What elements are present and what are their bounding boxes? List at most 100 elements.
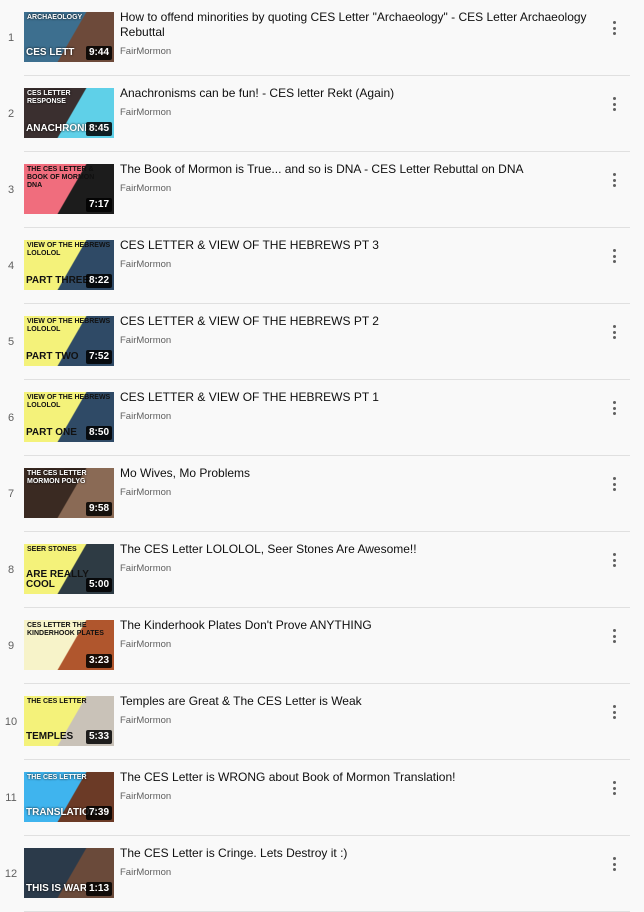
duration-badge: 3:23 bbox=[85, 654, 112, 668]
item-index: 11 bbox=[5, 792, 17, 804]
item-index: 12 bbox=[4, 868, 18, 880]
channel-name[interactable]: FairMormon bbox=[120, 867, 171, 878]
channel-name[interactable]: FairMormon bbox=[120, 715, 171, 726]
video-title[interactable]: CES LETTER & VIEW OF THE HEBREWS PT 2 bbox=[120, 314, 592, 329]
more-vert-icon[interactable] bbox=[604, 398, 624, 418]
playlist-item[interactable]: 6 VIEW OF THE HEBREWS LOLOLOL PART ONE 8… bbox=[0, 380, 644, 456]
duration-badge: 9:44 bbox=[85, 46, 112, 60]
more-vert-icon[interactable] bbox=[604, 246, 624, 266]
thumbnail-headline: CES LETT bbox=[26, 47, 75, 58]
item-index: 7 bbox=[7, 488, 15, 500]
duration-badge: 7:52 bbox=[85, 350, 112, 364]
video-title[interactable]: CES LETTER & VIEW OF THE HEBREWS PT 3 bbox=[120, 238, 592, 253]
duration-badge: 7:39 bbox=[85, 806, 112, 820]
more-vert-icon[interactable] bbox=[604, 322, 624, 342]
playlist-item[interactable]: 2 CES LETTER RESPONSE ANACHRONISM 8:45 A… bbox=[0, 76, 644, 152]
more-vert-icon[interactable] bbox=[604, 778, 624, 798]
thumbnail-caption: ARCHAEOLOGY bbox=[27, 14, 83, 21]
video-thumbnail[interactable]: CES LETTER THE KINDERHOOK PLATES 3:23 bbox=[24, 620, 114, 670]
video-title[interactable]: The Kinderhook Plates Don't Prove ANYTHI… bbox=[120, 618, 592, 633]
video-thumbnail[interactable]: CES LETTER RESPONSE ANACHRONISM 8:45 bbox=[24, 88, 114, 138]
thumbnail-caption: THE CES LETTER bbox=[27, 774, 87, 781]
video-title[interactable]: The Book of Mormon is True... and so is … bbox=[120, 162, 592, 177]
playlist-item[interactable]: 5 VIEW OF THE HEBREWS LOLOLOL PART TWO 7… bbox=[0, 304, 644, 380]
channel-name[interactable]: FairMormon bbox=[120, 259, 171, 270]
video-title[interactable]: CES LETTER & VIEW OF THE HEBREWS PT 1 bbox=[120, 390, 592, 405]
channel-name[interactable]: FairMormon bbox=[120, 563, 171, 574]
video-thumbnail[interactable]: SEER STONES ARE REALLY COOL 5:00 bbox=[24, 544, 114, 594]
video-thumbnail[interactable]: THE CES LETTER TRANSLATION 7:39 bbox=[24, 772, 114, 822]
duration-badge: 8:45 bbox=[85, 122, 112, 136]
item-index: 5 bbox=[7, 336, 15, 348]
video-title[interactable]: Mo Wives, Mo Problems bbox=[120, 466, 592, 481]
channel-name[interactable]: FairMormon bbox=[120, 411, 171, 422]
channel-name[interactable]: FairMormon bbox=[120, 107, 171, 118]
duration-badge: 8:22 bbox=[85, 274, 112, 288]
more-vert-icon[interactable] bbox=[604, 170, 624, 190]
video-thumbnail[interactable]: THE CES LETTER TEMPLES 5:33 bbox=[24, 696, 114, 746]
video-thumbnail[interactable]: VIEW OF THE HEBREWS LOLOLOL PART TWO 7:5… bbox=[24, 316, 114, 366]
thumbnail-caption: VIEW OF THE HEBREWS LOLOLOL bbox=[27, 242, 111, 257]
playlist-item[interactable]: 11 THE CES LETTER TRANSLATION 7:39 The C… bbox=[0, 760, 644, 836]
thumbnail-caption: CES LETTER THE KINDERHOOK PLATES bbox=[27, 622, 104, 637]
duration-badge: 8:50 bbox=[85, 426, 112, 440]
channel-name[interactable]: FairMormon bbox=[120, 791, 171, 802]
channel-name[interactable]: FairMormon bbox=[120, 183, 171, 194]
item-index: 2 bbox=[7, 108, 15, 120]
channel-name[interactable]: FairMormon bbox=[120, 335, 171, 346]
duration-badge: 1:13 bbox=[85, 882, 112, 896]
channel-name[interactable]: FairMormon bbox=[120, 487, 171, 498]
playlist-item[interactable]: 4 VIEW OF THE HEBREWS LOLOLOL PART THREE… bbox=[0, 228, 644, 304]
duration-badge: 5:00 bbox=[85, 578, 112, 592]
playlist-item[interactable]: 1 ARCHAEOLOGY CES LETT 9:44 How to offen… bbox=[0, 0, 644, 76]
playlist-item[interactable]: 10 THE CES LETTER TEMPLES 5:33 Temples a… bbox=[0, 684, 644, 760]
thumbnail-caption: THE CES LETTER bbox=[27, 698, 87, 705]
video-thumbnail[interactable]: VIEW OF THE HEBREWS LOLOLOL PART ONE 8:5… bbox=[24, 392, 114, 442]
item-index: 4 bbox=[7, 260, 15, 272]
video-title[interactable]: The CES Letter LOLOLOL, Seer Stones Are … bbox=[120, 542, 592, 557]
thumbnail-headline: PART ONE bbox=[26, 427, 77, 438]
thumbnail-caption: CES LETTER RESPONSE bbox=[27, 90, 71, 105]
video-thumbnail[interactable]: VIEW OF THE HEBREWS LOLOLOL PART THREE 8… bbox=[24, 240, 114, 290]
video-title[interactable]: Anachronisms can be fun! - CES letter Re… bbox=[120, 86, 592, 101]
video-title[interactable]: How to offend minorities by quoting CES … bbox=[120, 10, 592, 40]
more-vert-icon[interactable] bbox=[604, 550, 624, 570]
item-index: 8 bbox=[7, 564, 15, 576]
duration-badge: 5:33 bbox=[85, 730, 112, 744]
video-thumbnail[interactable]: THIS IS WAR 1:13 bbox=[24, 848, 114, 898]
item-index: 1 bbox=[7, 32, 15, 44]
thumbnail-caption: VIEW OF THE HEBREWS LOLOLOL bbox=[27, 318, 111, 333]
more-vert-icon[interactable] bbox=[604, 702, 624, 722]
video-title[interactable]: The CES Letter is WRONG about Book of Mo… bbox=[120, 770, 592, 785]
duration-badge: 9:58 bbox=[85, 502, 112, 516]
video-title[interactable]: Temples are Great & The CES Letter is We… bbox=[120, 694, 592, 709]
channel-name[interactable]: FairMormon bbox=[120, 639, 171, 650]
playlist-item[interactable]: 8 SEER STONES ARE REALLY COOL 5:00 The C… bbox=[0, 532, 644, 608]
item-index: 6 bbox=[7, 412, 15, 424]
video-thumbnail[interactable]: THE CES LETTER & BOOK OF MORMON DNA 7:17 bbox=[24, 164, 114, 214]
item-index: 3 bbox=[7, 184, 15, 196]
playlist-item[interactable]: 9 CES LETTER THE KINDERHOOK PLATES 3:23 … bbox=[0, 608, 644, 684]
thumbnail-caption: THE CES LETTER & BOOK OF MORMON DNA bbox=[27, 166, 95, 189]
item-index: 10 bbox=[4, 716, 18, 728]
playlist-item[interactable]: 7 THE CES LETTER MORMON POLYG 9:58 Mo Wi… bbox=[0, 456, 644, 532]
more-vert-icon[interactable] bbox=[604, 474, 624, 494]
video-title[interactable]: The CES Letter is Cringe. Lets Destroy i… bbox=[120, 846, 592, 861]
thumbnail-headline: TEMPLES bbox=[26, 731, 74, 742]
duration-badge: 7:17 bbox=[85, 198, 112, 212]
channel-name[interactable]: FairMormon bbox=[120, 46, 171, 57]
thumbnail-headline: PART THREE bbox=[26, 275, 90, 286]
more-vert-icon[interactable] bbox=[604, 854, 624, 874]
video-thumbnail[interactable]: THE CES LETTER MORMON POLYG 9:58 bbox=[24, 468, 114, 518]
more-vert-icon[interactable] bbox=[604, 626, 624, 646]
playlist-item[interactable]: 12 THIS IS WAR 1:13 The CES Letter is Cr… bbox=[0, 836, 644, 912]
thumbnail-headline: PART TWO bbox=[26, 351, 79, 362]
more-vert-icon[interactable] bbox=[604, 18, 624, 38]
thumbnail-caption: THE CES LETTER MORMON POLYG bbox=[27, 470, 87, 485]
video-thumbnail[interactable]: ARCHAEOLOGY CES LETT 9:44 bbox=[24, 12, 114, 62]
more-vert-icon[interactable] bbox=[604, 94, 624, 114]
playlist-item[interactable]: 3 THE CES LETTER & BOOK OF MORMON DNA 7:… bbox=[0, 152, 644, 228]
thumbnail-caption: VIEW OF THE HEBREWS LOLOLOL bbox=[27, 394, 111, 409]
thumbnail-caption: SEER STONES bbox=[27, 546, 77, 553]
thumbnail-headline: THIS IS WAR bbox=[26, 883, 88, 894]
